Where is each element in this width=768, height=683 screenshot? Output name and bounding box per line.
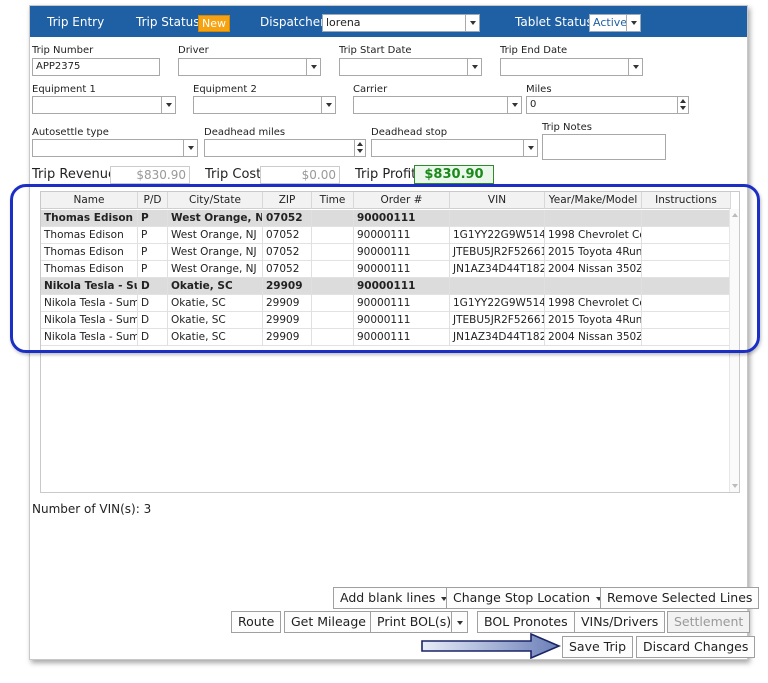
miles-label: Miles	[526, 84, 552, 95]
scroll-down-icon[interactable]	[732, 484, 738, 488]
trip-cost-value: $0.00	[260, 166, 340, 184]
driver-label: Driver	[178, 45, 209, 56]
add-blank-lines-label: Add blank lines	[340, 590, 436, 605]
stepper-icon[interactable]	[677, 97, 688, 113]
carrier-select[interactable]	[353, 96, 522, 114]
trip-number-label: Trip Number	[32, 45, 94, 56]
miles-value: 0	[530, 99, 537, 110]
deadhead-stop-select[interactable]	[371, 139, 538, 157]
print-bols-dropdown[interactable]	[451, 611, 468, 633]
chevron-down-icon[interactable]	[321, 97, 335, 113]
trip-end-date-input[interactable]	[500, 58, 643, 76]
add-blank-lines-button[interactable]: Add blank lines	[333, 587, 455, 609]
trip-notes-textarea[interactable]	[542, 134, 666, 160]
equipment1-select[interactable]	[32, 96, 176, 114]
deadhead-miles-label: Deadhead miles	[204, 127, 286, 138]
equipment2-label: Equipment 2	[193, 84, 257, 95]
trip-cost-label: Trip Cost:	[205, 167, 266, 182]
chevron-down-icon[interactable]	[183, 140, 197, 156]
deadhead-stop-label: Deadhead stop	[371, 127, 448, 138]
print-bols-button[interactable]: Print BOL(s)	[370, 611, 459, 633]
header-bar: Trip Entry Trip Status: New Dispatcher: …	[30, 6, 747, 37]
chevron-down-icon[interactable]	[507, 97, 521, 113]
trip-profit-label: Trip Profit:	[355, 167, 421, 182]
equipment1-label: Equipment 1	[32, 84, 96, 95]
trip-status-label: Trip Status:	[136, 15, 204, 29]
autosettle-label: Autosettle type	[32, 127, 109, 138]
miles-input[interactable]: 0	[526, 96, 689, 114]
autosettle-select[interactable]	[32, 139, 198, 157]
vins-drivers-button[interactable]: VINs/Drivers	[574, 611, 666, 633]
status-badge: New	[198, 15, 230, 32]
trip-start-date-input[interactable]	[339, 58, 482, 76]
trip-start-label: Trip Start Date	[339, 45, 412, 56]
trip-revenue-label: Trip Revenue:	[32, 167, 121, 182]
settlement-button[interactable]: Settlement	[667, 611, 751, 633]
trip-notes-label: Trip Notes	[542, 122, 592, 133]
deadhead-miles-input[interactable]	[204, 139, 366, 157]
dispatcher-select[interactable]: lorena	[322, 14, 480, 32]
dispatcher-label: Dispatcher:	[260, 15, 329, 29]
chevron-down-icon[interactable]	[465, 15, 479, 31]
trip-number-value: APP2375	[36, 61, 81, 72]
tablet-status-value: Active	[593, 16, 628, 29]
remove-selected-lines-button[interactable]: Remove Selected Lines	[600, 587, 760, 609]
chevron-down-icon[interactable]	[161, 97, 175, 113]
trip-end-label: Trip End Date	[500, 45, 568, 56]
page-title: Trip Entry	[47, 15, 105, 29]
save-trip-button[interactable]: Save Trip	[562, 636, 634, 658]
chevron-down-icon[interactable]	[306, 59, 320, 75]
trip-revenue-value: $830.90	[110, 166, 190, 184]
stepper-icon[interactable]	[354, 140, 365, 156]
driver-select[interactable]	[178, 58, 321, 76]
chevron-down-icon[interactable]	[467, 59, 481, 75]
discard-changes-button[interactable]: Discard Changes	[636, 636, 756, 658]
equipment2-select[interactable]	[193, 96, 336, 114]
grid-highlight-outline	[10, 184, 760, 353]
trip-profit-value: $830.90	[414, 165, 494, 184]
route-button[interactable]: Route	[231, 611, 282, 633]
bol-pronotes-button[interactable]: BOL Pronotes	[477, 611, 575, 633]
tablet-status-label: Tablet Status:	[515, 15, 597, 29]
arrow-icon	[421, 633, 561, 659]
change-stop-location-button[interactable]: Change Stop Location	[446, 587, 610, 609]
change-stop-location-label: Change Stop Location	[453, 590, 591, 605]
dispatcher-value: lorena	[326, 16, 361, 29]
get-mileage-button[interactable]: Get Mileage	[284, 611, 373, 633]
chevron-down-icon[interactable]	[523, 140, 537, 156]
chevron-down-icon[interactable]	[626, 15, 640, 31]
carrier-label: Carrier	[353, 84, 388, 95]
chevron-down-icon[interactable]	[628, 59, 642, 75]
chevron-down-icon	[457, 620, 463, 625]
tablet-status-select[interactable]: Active	[589, 14, 641, 32]
trip-number-input[interactable]: APP2375	[32, 58, 160, 76]
vin-count: Number of VIN(s): 3	[32, 502, 152, 516]
